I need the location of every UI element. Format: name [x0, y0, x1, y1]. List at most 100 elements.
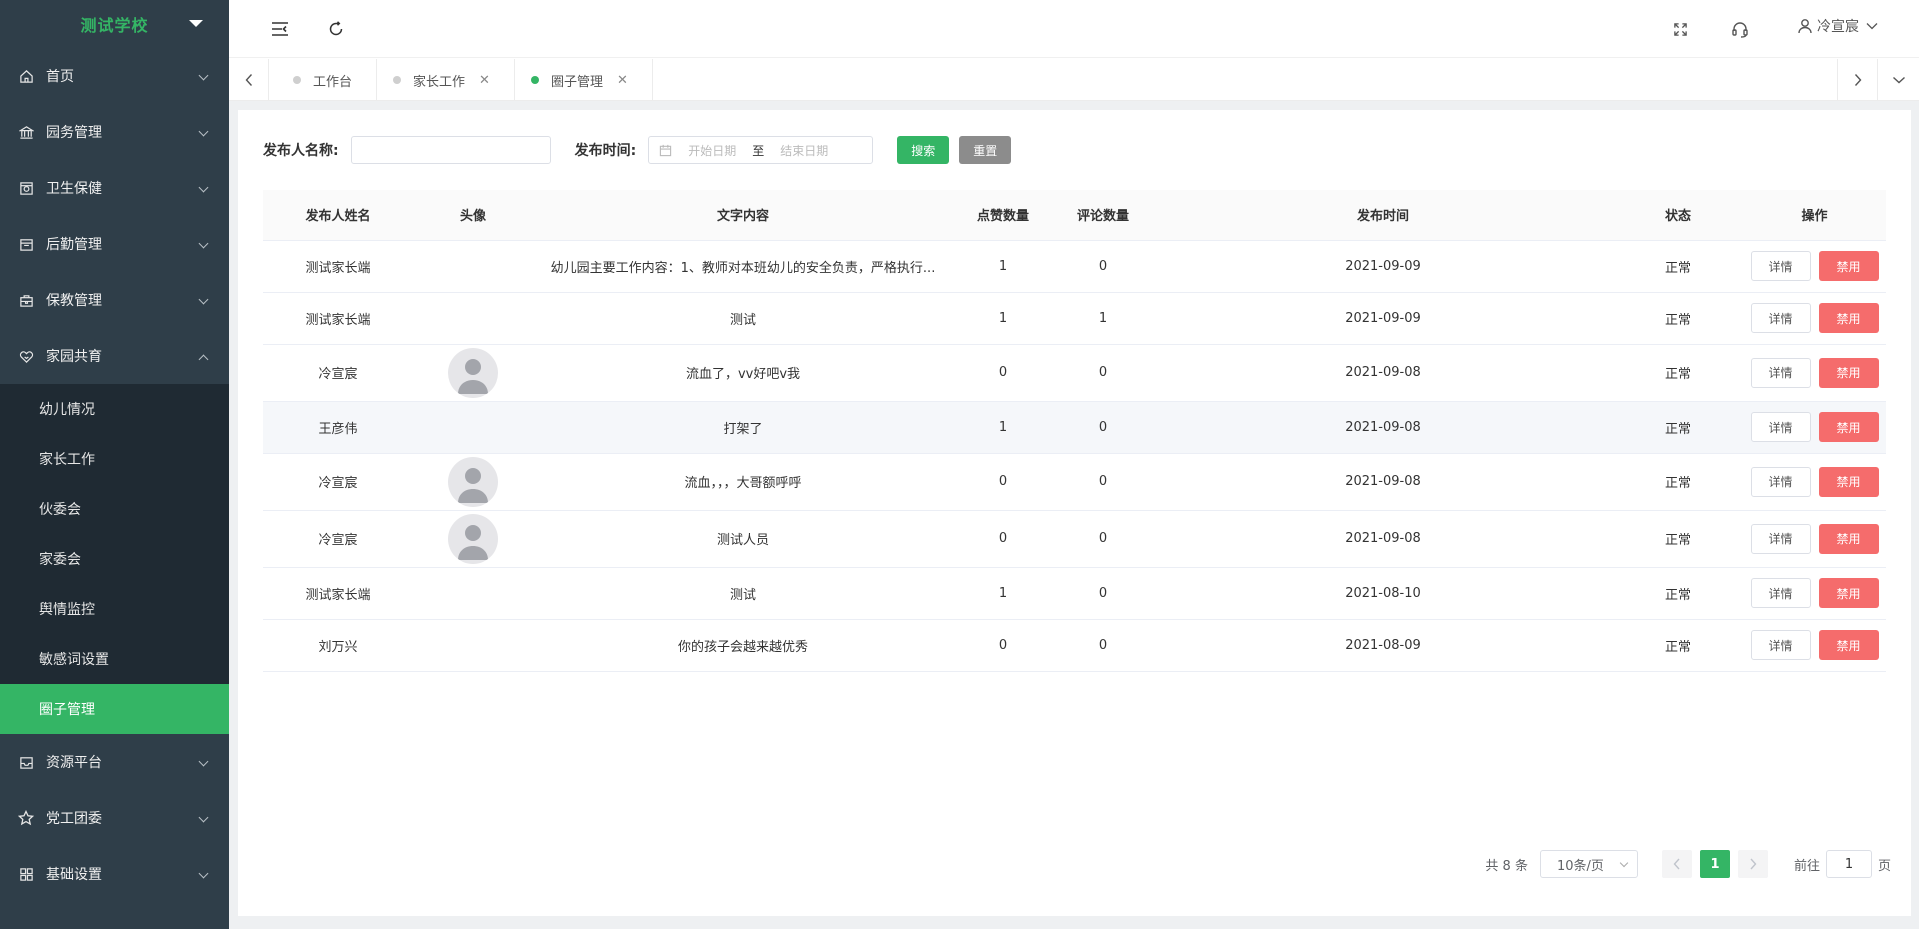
cell-avatar: [413, 510, 533, 568]
cell-publish-date: 2021-08-09: [1153, 619, 1613, 672]
collapse-menu-button[interactable]: [269, 18, 291, 40]
column-header: 发布人姓名: [263, 190, 413, 241]
detail-button[interactable]: 详情: [1750, 523, 1811, 554]
sidebar-item-admin[interactable]: 园务管理: [0, 104, 229, 160]
customer-service-button[interactable]: [1729, 18, 1751, 40]
next-page-button[interactable]: [1737, 850, 1768, 878]
cell-status: 正常: [1613, 344, 1743, 402]
end-date-placeholder[interactable]: 结束日期: [780, 142, 828, 159]
pagination: 共 8 条 10条/页 1 前往 1 页: [1485, 850, 1891, 878]
tabs-more-button[interactable]: [1877, 59, 1919, 101]
sidebar-subitem-parent-work[interactable]: 家长工作: [0, 434, 229, 484]
search-button[interactable]: 搜索: [897, 136, 950, 164]
tabs-scroll-right-button[interactable]: [1837, 59, 1877, 101]
close-icon[interactable]: ✕: [617, 73, 628, 88]
sidebar-item-home-school[interactable]: 家园共育: [0, 328, 229, 384]
sidebar-subitem-circle-management[interactable]: 圈子管理: [0, 684, 229, 734]
goto-suffix: 页: [1877, 858, 1891, 874]
heart-icon: [18, 348, 34, 364]
cell-status: 正常: [1613, 619, 1743, 672]
tab-circle-management[interactable]: 圈子管理 ✕: [507, 59, 653, 101]
page-size-select[interactable]: 10条/页: [1539, 850, 1638, 878]
cell-likes: 0: [953, 344, 1053, 402]
cell-likes: 1: [953, 401, 1053, 454]
refresh-button[interactable]: [325, 18, 347, 40]
sidebar-item-education[interactable]: 保教管理: [0, 272, 229, 328]
publisher-name-input[interactable]: [350, 136, 551, 164]
chevron-down-icon: [198, 812, 209, 823]
sidebar-item-health[interactable]: 卫生保健: [0, 160, 229, 216]
chevron-right-icon: [1750, 858, 1757, 870]
table-row[interactable]: 王彦伟 打架了 1 0 2021-09-08 正常 详情 禁用: [263, 401, 1886, 454]
sidebar-item-home[interactable]: 首页: [0, 48, 229, 104]
table-row[interactable]: 刘万兴 你的孩子会越来越优秀 0 0 2021-08-09 正常 详情 禁用: [263, 619, 1886, 672]
publish-date-range[interactable]: 开始日期 至 结束日期: [648, 136, 874, 164]
chevron-down-icon: [1892, 76, 1905, 84]
ban-button[interactable]: 禁用: [1818, 412, 1879, 442]
detail-button[interactable]: 详情: [1750, 251, 1811, 281]
chevron-left-icon: [1673, 858, 1680, 870]
table-row[interactable]: 测试家长端 幼儿园主要工作内容：1、教师对本班幼儿的安全负责，严格执行... 1 0 2…: [263, 240, 1886, 293]
prev-page-button[interactable]: [1661, 850, 1692, 878]
sidebar-item-logistics[interactable]: 后勤管理: [0, 216, 229, 272]
user-menu[interactable]: 冷宣宸: [1797, 16, 1879, 36]
submenu-home-school: 幼儿情况 家长工作 伙委会 家委会 舆情监控 敏感词设置 圈子管理: [0, 384, 229, 734]
ban-button[interactable]: 禁用: [1818, 357, 1879, 388]
caret-down-icon[interactable]: [189, 20, 203, 27]
ban-button[interactable]: 禁用: [1818, 466, 1879, 497]
column-header: 头像: [413, 190, 533, 241]
start-date-placeholder[interactable]: 开始日期: [688, 142, 736, 159]
column-header: 操作: [1743, 190, 1886, 241]
cell-publisher-name: 冷宣宸: [263, 510, 413, 568]
detail-button[interactable]: 详情: [1750, 412, 1811, 442]
table-row[interactable]: 冷宣宸 流血，，，大哥额呼呼 0 0 2021-09-08 正常 详情 禁用: [263, 453, 1886, 511]
ban-button[interactable]: 禁用: [1818, 578, 1879, 608]
sidebar-item-settings[interactable]: 基础设置: [0, 846, 229, 902]
cell-comments: 1: [1053, 292, 1153, 345]
detail-button[interactable]: 详情: [1750, 466, 1811, 497]
detail-button[interactable]: 详情: [1750, 303, 1811, 333]
cell-status: 正常: [1613, 240, 1743, 293]
tab-label: 家长工作: [413, 74, 466, 90]
sidebar-logo[interactable]: 测试学校: [0, 0, 229, 48]
tab-workbench[interactable]: 工作台: [269, 59, 378, 101]
goto-prefix: 前往: [1793, 858, 1820, 874]
cell-publish-date: 2021-09-08: [1153, 510, 1613, 568]
ban-button[interactable]: 禁用: [1818, 630, 1879, 660]
tabs-scroll-left-button[interactable]: [229, 59, 269, 101]
sidebar-subitem-sensitive-words[interactable]: 敏感词设置: [0, 634, 229, 684]
star-icon: [18, 810, 34, 826]
default-avatar-icon: [458, 467, 488, 503]
table-row[interactable]: 测试家长端 测试 1 0 2021-08-10 正常 详情 禁用: [263, 567, 1886, 620]
cell-avatar: [413, 619, 533, 672]
sidebar-item-party[interactable]: 党工团委: [0, 790, 229, 846]
school-name: 测试学校: [80, 16, 149, 35]
ban-button[interactable]: 禁用: [1818, 251, 1879, 281]
cell-publish-date: 2021-09-09: [1153, 292, 1613, 345]
tab-parent-work[interactable]: 家长工作 ✕: [369, 59, 515, 101]
close-icon[interactable]: ✕: [479, 73, 490, 88]
cell-actions: 详情 禁用: [1743, 240, 1886, 293]
sidebar-subitem-parent-committee[interactable]: 家委会: [0, 534, 229, 584]
chevron-down-icon: [198, 182, 209, 193]
page-number-button[interactable]: 1: [1699, 850, 1730, 878]
sidebar-subitem-meal-committee[interactable]: 伙委会: [0, 484, 229, 534]
table-row[interactable]: 测试家长端 测试 1 1 2021-09-09 正常 详情 禁用: [263, 292, 1886, 345]
chevron-down-icon: [1619, 858, 1629, 868]
ban-button[interactable]: 禁用: [1818, 523, 1879, 554]
cell-actions: 详情 禁用: [1743, 292, 1886, 345]
sidebar-subitem-opinion-monitor[interactable]: 舆情监控: [0, 584, 229, 634]
cell-content: 测试人员: [533, 510, 953, 568]
goto-page-input[interactable]: 1: [1825, 850, 1872, 878]
sidebar-item-resources[interactable]: 资源平台: [0, 734, 229, 790]
publish-time-label: 发布时间:: [574, 143, 637, 159]
detail-button[interactable]: 详情: [1750, 357, 1811, 388]
table-row[interactable]: 冷宣宸 流血了，vv好吧v我 0 0 2021-09-08 正常 详情 禁用: [263, 344, 1886, 402]
sidebar-subitem-children[interactable]: 幼儿情况: [0, 384, 229, 434]
ban-button[interactable]: 禁用: [1818, 303, 1879, 333]
detail-button[interactable]: 详情: [1750, 578, 1811, 608]
detail-button[interactable]: 详情: [1750, 630, 1811, 660]
table-row[interactable]: 冷宣宸 测试人员 0 0 2021-09-08 正常 详情 禁用: [263, 510, 1886, 568]
reset-button[interactable]: 重置: [959, 136, 1012, 164]
fullscreen-button[interactable]: [1669, 18, 1691, 40]
